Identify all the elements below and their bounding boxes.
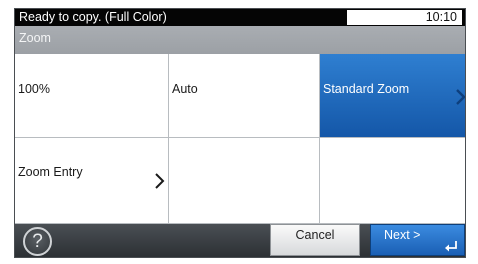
- copier-panel-screen: Ready to copy. (Full Color) 10:10 Zoom 1…: [14, 8, 466, 258]
- option-label: Auto: [172, 82, 198, 96]
- status-bar: Ready to copy. (Full Color) 10:10: [15, 9, 465, 26]
- next-button[interactable]: Next >: [370, 224, 465, 256]
- option-label: Standard Zoom: [323, 82, 410, 96]
- bottom-bar: ? Cancel Next >: [15, 224, 465, 257]
- option-label: Zoom Entry: [18, 165, 83, 179]
- chevron-right-icon: [155, 173, 165, 189]
- zoom-options-grid: 100% Auto Standard Zoom Zoom Entry: [15, 54, 465, 224]
- cancel-button[interactable]: Cancel: [270, 224, 360, 256]
- option-empty: [169, 138, 320, 224]
- option-zoom-entry[interactable]: Zoom Entry: [15, 138, 169, 224]
- enter-icon: [445, 241, 457, 252]
- option-100-percent[interactable]: 100%: [15, 54, 169, 138]
- option-auto[interactable]: Auto: [169, 54, 320, 138]
- option-empty: [320, 138, 465, 224]
- help-icon: ?: [32, 231, 43, 252]
- chevron-right-icon: [456, 89, 465, 105]
- help-button[interactable]: ?: [23, 227, 52, 256]
- next-button-label: Next >: [384, 228, 421, 242]
- option-label: 100%: [18, 82, 50, 96]
- page-title: Zoom: [15, 26, 465, 54]
- status-message: Ready to copy. (Full Color): [19, 10, 167, 24]
- clock: 10:10: [347, 10, 462, 25]
- option-standard-zoom[interactable]: Standard Zoom: [320, 54, 465, 138]
